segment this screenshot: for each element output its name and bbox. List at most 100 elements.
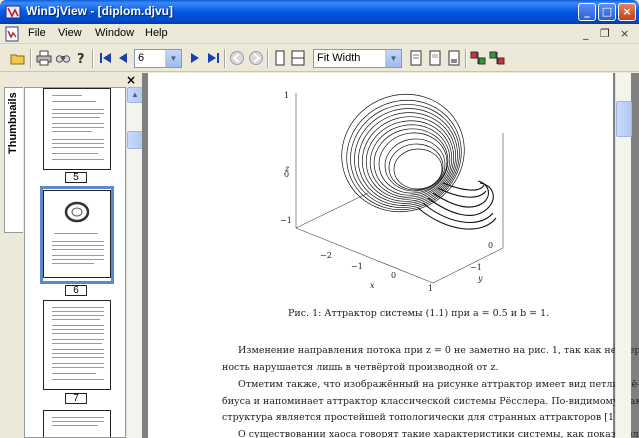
thumbnail-page-5[interactable] <box>43 88 111 170</box>
thumbnails-panel: Thumbnails × 5 6 7 ▲ <box>0 73 143 438</box>
tab-thumbnails[interactable]: Thumbnails <box>4 87 23 233</box>
thumbnail-label: 5 <box>65 172 87 183</box>
thumb-text-line <box>52 123 104 124</box>
close-panel-button[interactable]: × <box>126 73 136 87</box>
paragraph-line: Изменение направления потока при z = 0 н… <box>238 345 639 356</box>
paragraph-line: Отметим также, что изображённый на рисун… <box>238 379 639 390</box>
open-icon[interactable] <box>10 50 26 66</box>
svg-text:?: ? <box>77 52 85 66</box>
paragraph-line: ность нарушается лишь в четвёртой произв… <box>222 362 499 373</box>
thumb-text-line <box>52 343 102 344</box>
print-icon[interactable] <box>36 50 52 66</box>
mdi-restore-button[interactable]: ❐ <box>600 27 610 40</box>
document-view[interactable]: 1 0 −1 z −2 −1 0 1 x 0 −1 y Рис. 1: Аттр… <box>142 73 639 438</box>
toolbar-separator <box>224 49 226 68</box>
thumb-text-line <box>52 339 104 340</box>
toolbar-separator <box>92 49 94 68</box>
y-axis-label: y <box>477 274 483 283</box>
thumb-text-line <box>52 315 104 316</box>
menu-help[interactable]: Help <box>145 27 168 39</box>
menu-window[interactable]: Window <box>95 27 134 39</box>
thumb-text-line <box>52 101 96 102</box>
thumbnail-page-8[interactable] <box>43 410 111 437</box>
chevron-down-icon[interactable]: ▼ <box>385 50 401 67</box>
thumb-text-line <box>52 255 104 256</box>
document-scrollbar[interactable] <box>615 73 632 438</box>
forward-icon[interactable] <box>248 50 264 66</box>
thumbnail-scrollbar[interactable]: ▲ <box>126 87 143 438</box>
thumb-text-line <box>52 131 92 132</box>
thumb-text-line <box>52 349 104 350</box>
thumb-text-line <box>52 127 104 128</box>
attractor-figure: 1 0 −1 z −2 −1 0 1 x 0 −1 y <box>280 91 504 293</box>
first-page-icon[interactable] <box>98 50 114 66</box>
next-page-icon[interactable] <box>187 50 203 66</box>
thumbnail-list[interactable]: 5 6 7 <box>24 87 126 438</box>
last-page-icon[interactable] <box>205 50 221 66</box>
thumb-text-line <box>52 417 104 418</box>
title-bar[interactable]: WinDjView - [diplom.djvu] _ □ × <box>0 0 639 24</box>
compare-icon[interactable] <box>489 50 505 66</box>
thumb-text-line <box>52 139 104 140</box>
thumb-text-line <box>52 95 82 96</box>
continuous-icon[interactable] <box>290 50 306 66</box>
thumb-text-line <box>52 307 104 308</box>
thumb-text-line <box>52 143 104 144</box>
scrollbar-thumb[interactable] <box>616 101 632 137</box>
figure-caption: Рис. 1: Аттрактор системы (1.1) при a = … <box>288 308 550 319</box>
single-page-icon[interactable] <box>272 50 288 66</box>
thumb-text-line <box>52 263 94 264</box>
thumb-text-line <box>52 241 104 242</box>
menu-view[interactable]: View <box>58 27 82 39</box>
display-mode-icon[interactable] <box>446 50 462 66</box>
paragraph-line: структура является простейшей топологиче… <box>222 412 621 423</box>
thumb-text-line <box>52 249 104 250</box>
y-tick-0: 0 <box>488 241 493 250</box>
menu-file[interactable]: File <box>28 27 46 39</box>
help-icon[interactable]: ? <box>73 50 89 66</box>
page-number-select[interactable]: 6 ▼ <box>134 49 182 68</box>
thumb-text-line <box>52 379 104 380</box>
z-axis-label: z <box>284 164 290 173</box>
back-icon[interactable] <box>229 50 245 66</box>
fullscreen-icon[interactable] <box>470 50 486 66</box>
thumb-text-line <box>52 259 104 260</box>
chevron-down-icon[interactable]: ▼ <box>165 50 181 67</box>
thumb-text-line <box>52 117 100 118</box>
rotate-left-icon[interactable] <box>408 50 424 66</box>
toolbar-separator <box>30 49 32 68</box>
zoom-select[interactable]: Fit Width ▼ <box>313 49 402 68</box>
toolbar: ? 6 ▼ Fit Width ▼ <box>0 45 639 72</box>
mdi-close-button[interactable]: × <box>620 27 629 40</box>
thumb-text-line <box>52 373 96 374</box>
maximize-button[interactable]: □ <box>598 3 616 21</box>
z-tick-minus1: −1 <box>280 216 292 225</box>
find-icon[interactable] <box>55 50 71 66</box>
thumbnail-label: 7 <box>65 393 87 404</box>
toolbar-separator <box>267 49 269 68</box>
document-page: 1 0 −1 z −2 −1 0 1 x 0 −1 y Рис. 1: Аттр… <box>148 73 639 438</box>
thumb-text-line <box>52 367 104 368</box>
rotate-right-icon[interactable] <box>427 50 443 66</box>
scrollbar-thumb[interactable] <box>127 131 143 149</box>
thumb-text-line <box>52 425 98 426</box>
toolbar-separator <box>465 49 467 68</box>
thumb-text-line <box>52 113 104 114</box>
thumb-text-line <box>52 363 104 364</box>
thumbnail-page-6[interactable] <box>43 190 111 278</box>
document-icon[interactable] <box>4 26 20 42</box>
thumb-text-line <box>54 233 98 234</box>
close-button[interactable]: × <box>618 3 636 21</box>
z-tick-1: 1 <box>284 91 289 100</box>
thumb-text-line <box>52 329 104 330</box>
zoom-value: Fit Width <box>317 52 361 64</box>
scroll-up-button[interactable]: ▲ <box>127 87 143 103</box>
prev-page-icon[interactable] <box>115 50 131 66</box>
thumbnail-page-7[interactable] <box>43 300 111 390</box>
menu-bar: File View Window Help _ ❐ × <box>0 24 639 44</box>
paragraph-line: О существовании хаоса говорят такие хара… <box>238 429 639 438</box>
thumb-text-line <box>52 353 104 354</box>
mdi-minimize-button[interactable]: _ <box>583 27 589 40</box>
minimize-button[interactable]: _ <box>578 3 596 21</box>
thumb-text-line <box>52 325 104 326</box>
